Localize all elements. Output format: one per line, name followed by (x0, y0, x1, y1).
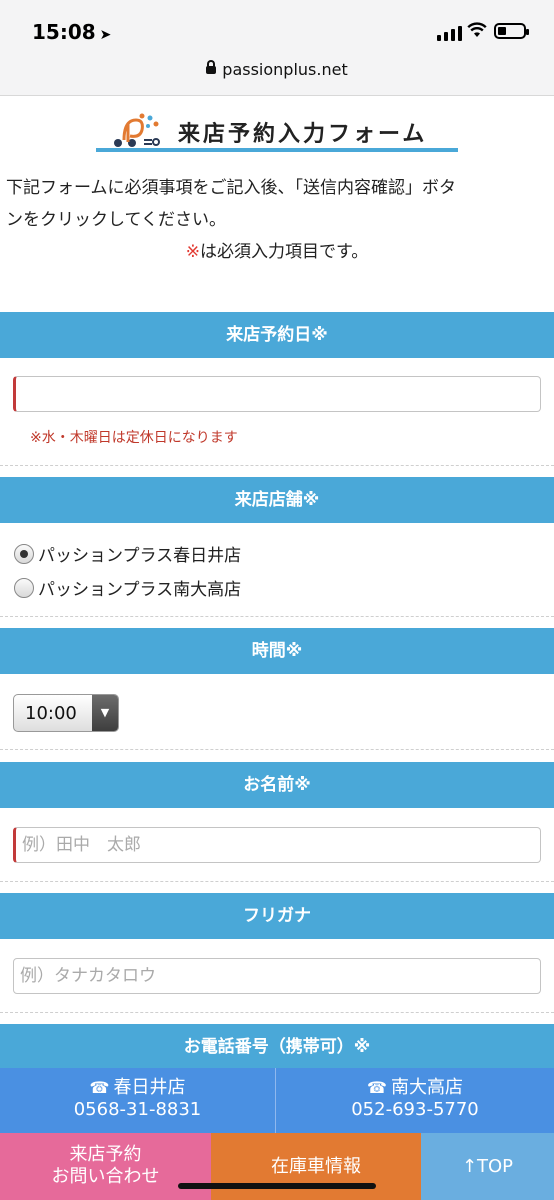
divider (0, 616, 554, 617)
time-select[interactable]: 10:00 ▼ (13, 694, 119, 732)
required-notice: ※は必須入力項目です。 (0, 236, 554, 268)
section-phone: お電話番号（携帯可）※ (0, 1024, 554, 1070)
intro-text: 下記フォームに必須事項をご記入後、「送信内容確認」ボタ ンをクリックしてください… (0, 172, 554, 268)
shop-contact-bar: ☎ 春日井店 0568-31-8831 ☎ 南大高店 052-693-5770 (0, 1068, 554, 1133)
divider (0, 1012, 554, 1013)
signal-icon (437, 26, 462, 41)
lock-icon (206, 60, 217, 74)
select-arrow-icon: ▼ (92, 695, 118, 731)
shop-name: 南大高店 (390, 1077, 463, 1098)
navigation-arrow-icon: ➤ (99, 27, 112, 43)
stock-button[interactable]: 在庫車情報 (211, 1133, 421, 1200)
reserve-button[interactable]: 来店予約 お問い合わせ (0, 1133, 211, 1200)
wifi-icon (467, 22, 487, 43)
name-input[interactable]: 例）田中 太郎 (13, 827, 541, 863)
intro-line-1: 下記フォームに必須事項をご記入後、「送信内容確認」ボタ (6, 178, 456, 198)
clock-text: 15:08 (32, 20, 96, 44)
section-time: 時間※ (0, 628, 554, 674)
section-kana: フリガナ (0, 893, 554, 939)
store-option-minamiodaka[interactable]: パッションプラス南大高店 (14, 575, 241, 600)
required-text: は必須入力項目です。 (199, 242, 369, 262)
section-date: 来店予約日※ (0, 312, 554, 358)
time-select-value: 10:00 (25, 703, 77, 724)
title-underline (96, 148, 458, 152)
page-title: 来店予約入力フォーム (178, 122, 428, 147)
url-text: passionplus.net (222, 60, 348, 79)
radio-button[interactable] (14, 577, 34, 598)
kana-input[interactable]: 例）タナカタロウ (13, 958, 541, 994)
date-input[interactable] (13, 376, 541, 412)
store-option-label: パッションプラス南大高店 (38, 580, 242, 600)
clock: 15:08 ➤ (32, 20, 111, 44)
store-option-label: パッションプラス春日井店 (38, 546, 242, 566)
shop-phone: 0568-31-8831 (73, 1099, 202, 1120)
divider (0, 465, 554, 466)
shop-minamiodaka-call[interactable]: ☎ 南大高店 052-693-5770 (277, 1068, 553, 1133)
date-note: ※水・木曜日は定休日になります (30, 430, 238, 446)
radio-button[interactable] (14, 543, 34, 564)
phone-icon: ☎ (89, 1078, 110, 1097)
form-header: 来店予約入力フォーム (96, 108, 458, 152)
divider (0, 881, 554, 882)
divider (0, 749, 554, 750)
home-indicator[interactable] (178, 1183, 376, 1189)
logo (110, 110, 160, 150)
store-option-kasugai[interactable]: パッションプラス春日井店 (14, 541, 241, 566)
intro-line-2: ンをクリックしてください。 (6, 210, 226, 230)
top-button[interactable]: ↑TOP (421, 1133, 554, 1200)
shop-kasugai-call[interactable]: ☎ 春日井店 0568-31-8831 (0, 1068, 276, 1133)
shop-name: 春日井店 (113, 1077, 186, 1098)
shop-phone: 052-693-5770 (351, 1099, 479, 1120)
battery-icon (494, 23, 529, 39)
reserve-label-1: 来店予約 (69, 1144, 142, 1165)
address-bar[interactable]: passionplus.net (0, 60, 554, 79)
section-name: お名前※ (0, 762, 554, 808)
status-bar: 15:08 ➤ passionplus.net (0, 0, 554, 96)
phone-icon: ☎ (367, 1078, 387, 1097)
section-store: 来店店舗※ (0, 477, 554, 523)
required-mark: ※ (185, 242, 200, 262)
